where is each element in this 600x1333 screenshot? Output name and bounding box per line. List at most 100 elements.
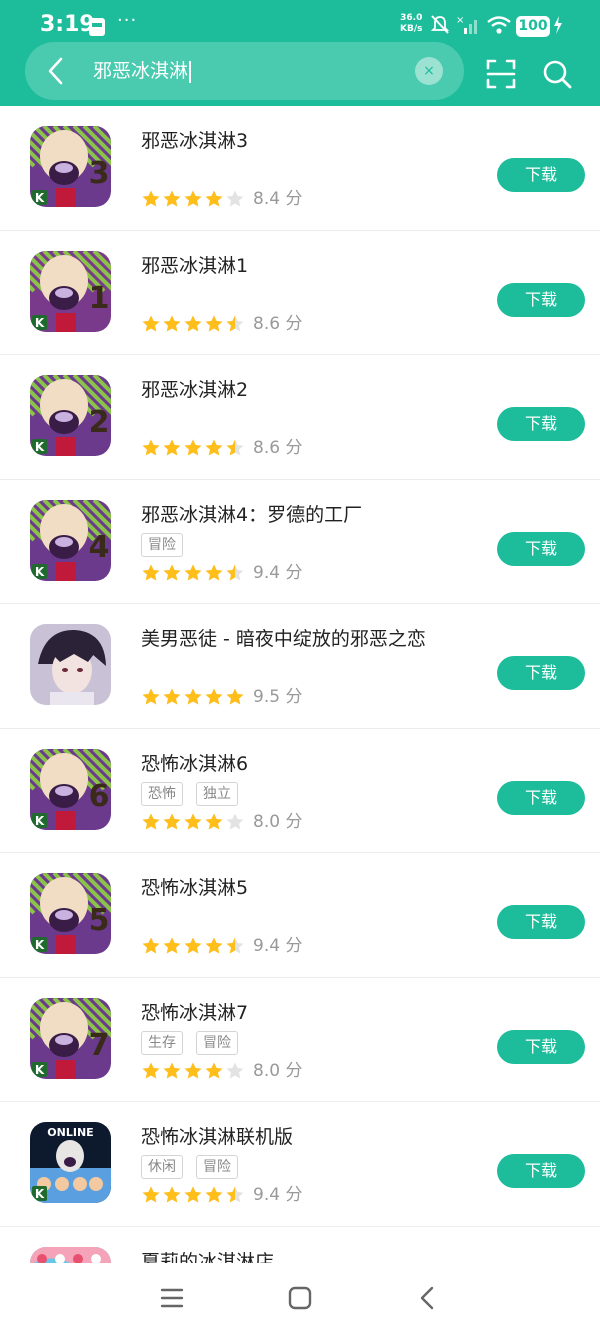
download-button[interactable]: 下载 <box>497 531 585 566</box>
download-button[interactable]: 下载 <box>497 656 585 690</box>
star-icon <box>163 315 181 331</box>
app-list-item[interactable]: 4 K 邪恶冰淇淋4：罗德的工厂 冒险 9.4 分 下载 <box>0 480 600 604</box>
star-icon <box>184 813 202 829</box>
app-name[interactable]: 恐怖冰淇淋6 <box>141 749 248 776</box>
star-icon <box>184 1186 202 1203</box>
app-icon[interactable] <box>30 1246 111 1263</box>
app-list-item[interactable]: 夏莉的冰淇淋店 <box>0 1227 600 1264</box>
icon-k-badge: K <box>35 1063 45 1077</box>
app-score: 8.6 分 <box>253 313 302 335</box>
app-name[interactable]: 邪恶冰淇淋3 <box>141 126 248 153</box>
back-arrow-icon[interactable] <box>40 54 74 88</box>
app-name[interactable]: 邪恶冰淇淋1 <box>141 251 248 278</box>
app-tag[interactable]: 休闲 <box>141 1155 183 1179</box>
download-button[interactable]: 下载 <box>497 905 585 939</box>
app-list-item[interactable]: 7 K 恐怖冰淇淋7 生存 冒险 8.0 分下载 <box>0 978 600 1102</box>
app-list-item[interactable]: 6 K 恐怖冰淇淋6 恐怖 独立 8.0 分 下载 <box>0 729 600 853</box>
app-list-item[interactable]: 5 K 恐怖冰淇淋5 9.4 分下载 <box>0 853 600 978</box>
app-score-unit: 分 <box>280 1060 303 1081</box>
sim-card-icon <box>89 18 105 36</box>
app-icon[interactable] <box>30 624 111 705</box>
rating-stars <box>142 1062 244 1078</box>
star-icon <box>226 688 244 705</box>
download-button[interactable]: 下载 <box>497 1154 585 1188</box>
icon-number-label: 2 <box>89 405 110 440</box>
app-list-item[interactable]: 2 K 邪恶冰淇淋2 8.6 分下载 <box>0 355 600 480</box>
app-tag[interactable]: 冒险 <box>196 1030 238 1055</box>
icon-number-label: 4 <box>89 530 110 565</box>
app-list-item[interactable]: 3 K 邪恶冰淇淋3 8.4 分下载 <box>0 106 600 231</box>
app-score-unit: 分 <box>280 811 303 832</box>
app-tag[interactable]: 冒险 <box>196 1155 238 1179</box>
app-tag[interactable]: 冒险 <box>141 532 183 557</box>
download-button[interactable]: 下载 <box>497 407 585 441</box>
battery-level: 100 <box>516 16 550 37</box>
star-icon <box>205 688 223 705</box>
app-icon[interactable]: ONLINE K <box>30 1122 111 1203</box>
network-speed-unit: KB/s <box>400 24 423 34</box>
download-button[interactable]: 下载 <box>497 282 585 317</box>
download-button[interactable]: 下载 <box>497 1029 585 1064</box>
download-button[interactable]: 下载 <box>497 158 585 192</box>
search-icon[interactable] <box>540 57 574 91</box>
rating-stars <box>142 190 244 207</box>
search-results-list[interactable]: 3 K 邪恶冰淇淋3 8.4 分下载 1 K 邪恶冰淇淋1 8.6 分下载 2 K 邪恶冰淇淋2 8.… <box>0 106 600 1263</box>
home-icon[interactable] <box>285 1283 315 1313</box>
app-icon[interactable]: 1K <box>30 250 111 332</box>
app-score-value: 8.0 <box>253 811 281 832</box>
app-score-unit: 分 <box>280 1185 303 1205</box>
app-name[interactable]: 恐怖冰淇淋5 <box>141 873 248 900</box>
star-icon <box>184 315 202 331</box>
wifi-icon <box>487 16 511 34</box>
clear-search-button[interactable]: × <box>415 57 443 85</box>
app-list-item[interactable]: 1 K 邪恶冰淇淋1 8.6 分 下载 <box>0 231 600 355</box>
star-icon <box>142 1062 160 1078</box>
star-icon <box>205 564 223 580</box>
app-tag[interactable]: 生存 <box>141 1030 183 1055</box>
app-score: 9.4 分 <box>253 562 302 584</box>
app-tag[interactable]: 恐怖 <box>141 781 183 806</box>
app-icon[interactable]: 6K <box>30 748 111 830</box>
text-cursor <box>189 60 192 83</box>
app-icon[interactable]: 5K <box>30 873 111 954</box>
star-icon <box>142 688 160 705</box>
app-icon[interactable]: 4K <box>30 499 111 581</box>
app-name[interactable]: 夏莉的冰淇淋店 <box>141 1247 274 1264</box>
download-button[interactable]: 下载 <box>497 780 585 815</box>
app-icon[interactable]: 3K <box>30 126 111 207</box>
app-name[interactable]: 邪恶冰淇淋2 <box>141 375 248 402</box>
app-name[interactable]: 恐怖冰淇淋7 <box>141 998 248 1025</box>
app-list-item[interactable]: 美男恶徒 - 暗夜中绽放的邪恶之恋 9.5 分 下载 <box>0 604 600 729</box>
app-tag[interactable]: 独立 <box>196 781 238 806</box>
app-icon[interactable]: 2K <box>30 375 111 456</box>
app-list-item[interactable]: ONLINE K 恐怖冰淇淋联机版 休闲 冒险 9.4 分下载 <box>0 1102 600 1227</box>
star-icon <box>163 439 181 456</box>
more-notifications-icon: ··· <box>117 10 138 31</box>
icon-number-label: 1 <box>89 281 110 316</box>
app-icon-art: 2K <box>30 375 111 456</box>
search-box[interactable] <box>25 42 464 100</box>
scan-icon[interactable] <box>484 57 518 91</box>
app-icon-art <box>30 1246 111 1263</box>
back-icon[interactable] <box>413 1283 443 1313</box>
signal-icon: × <box>456 15 477 34</box>
rating-stars <box>142 688 244 705</box>
app-name[interactable]: 邪恶冰淇淋4：罗德的工厂 <box>141 500 362 527</box>
rating-stars <box>142 813 244 829</box>
search-input[interactable]: 邪恶冰淇淋 <box>93 58 192 84</box>
star-icon <box>142 937 160 954</box>
app-score-unit: 分 <box>280 438 303 458</box>
icon-k-badge: K <box>35 440 45 454</box>
star-icon <box>184 564 202 580</box>
star-icon <box>226 439 244 456</box>
app-icon-art: 6K <box>30 748 111 830</box>
app-name[interactable]: 恐怖冰淇淋联机版 <box>141 1122 293 1149</box>
star-icon <box>226 1062 244 1078</box>
svg-text:×: × <box>456 15 464 26</box>
app-icon[interactable]: 7K <box>30 997 111 1079</box>
icon-number-label: 6 <box>89 779 110 814</box>
app-name[interactable]: 美男恶徒 - 暗夜中绽放的邪恶之恋 <box>141 624 426 651</box>
menu-icon[interactable] <box>157 1283 187 1313</box>
rating-stars <box>142 564 244 580</box>
network-speed: 36.0 KB/s <box>400 13 422 35</box>
